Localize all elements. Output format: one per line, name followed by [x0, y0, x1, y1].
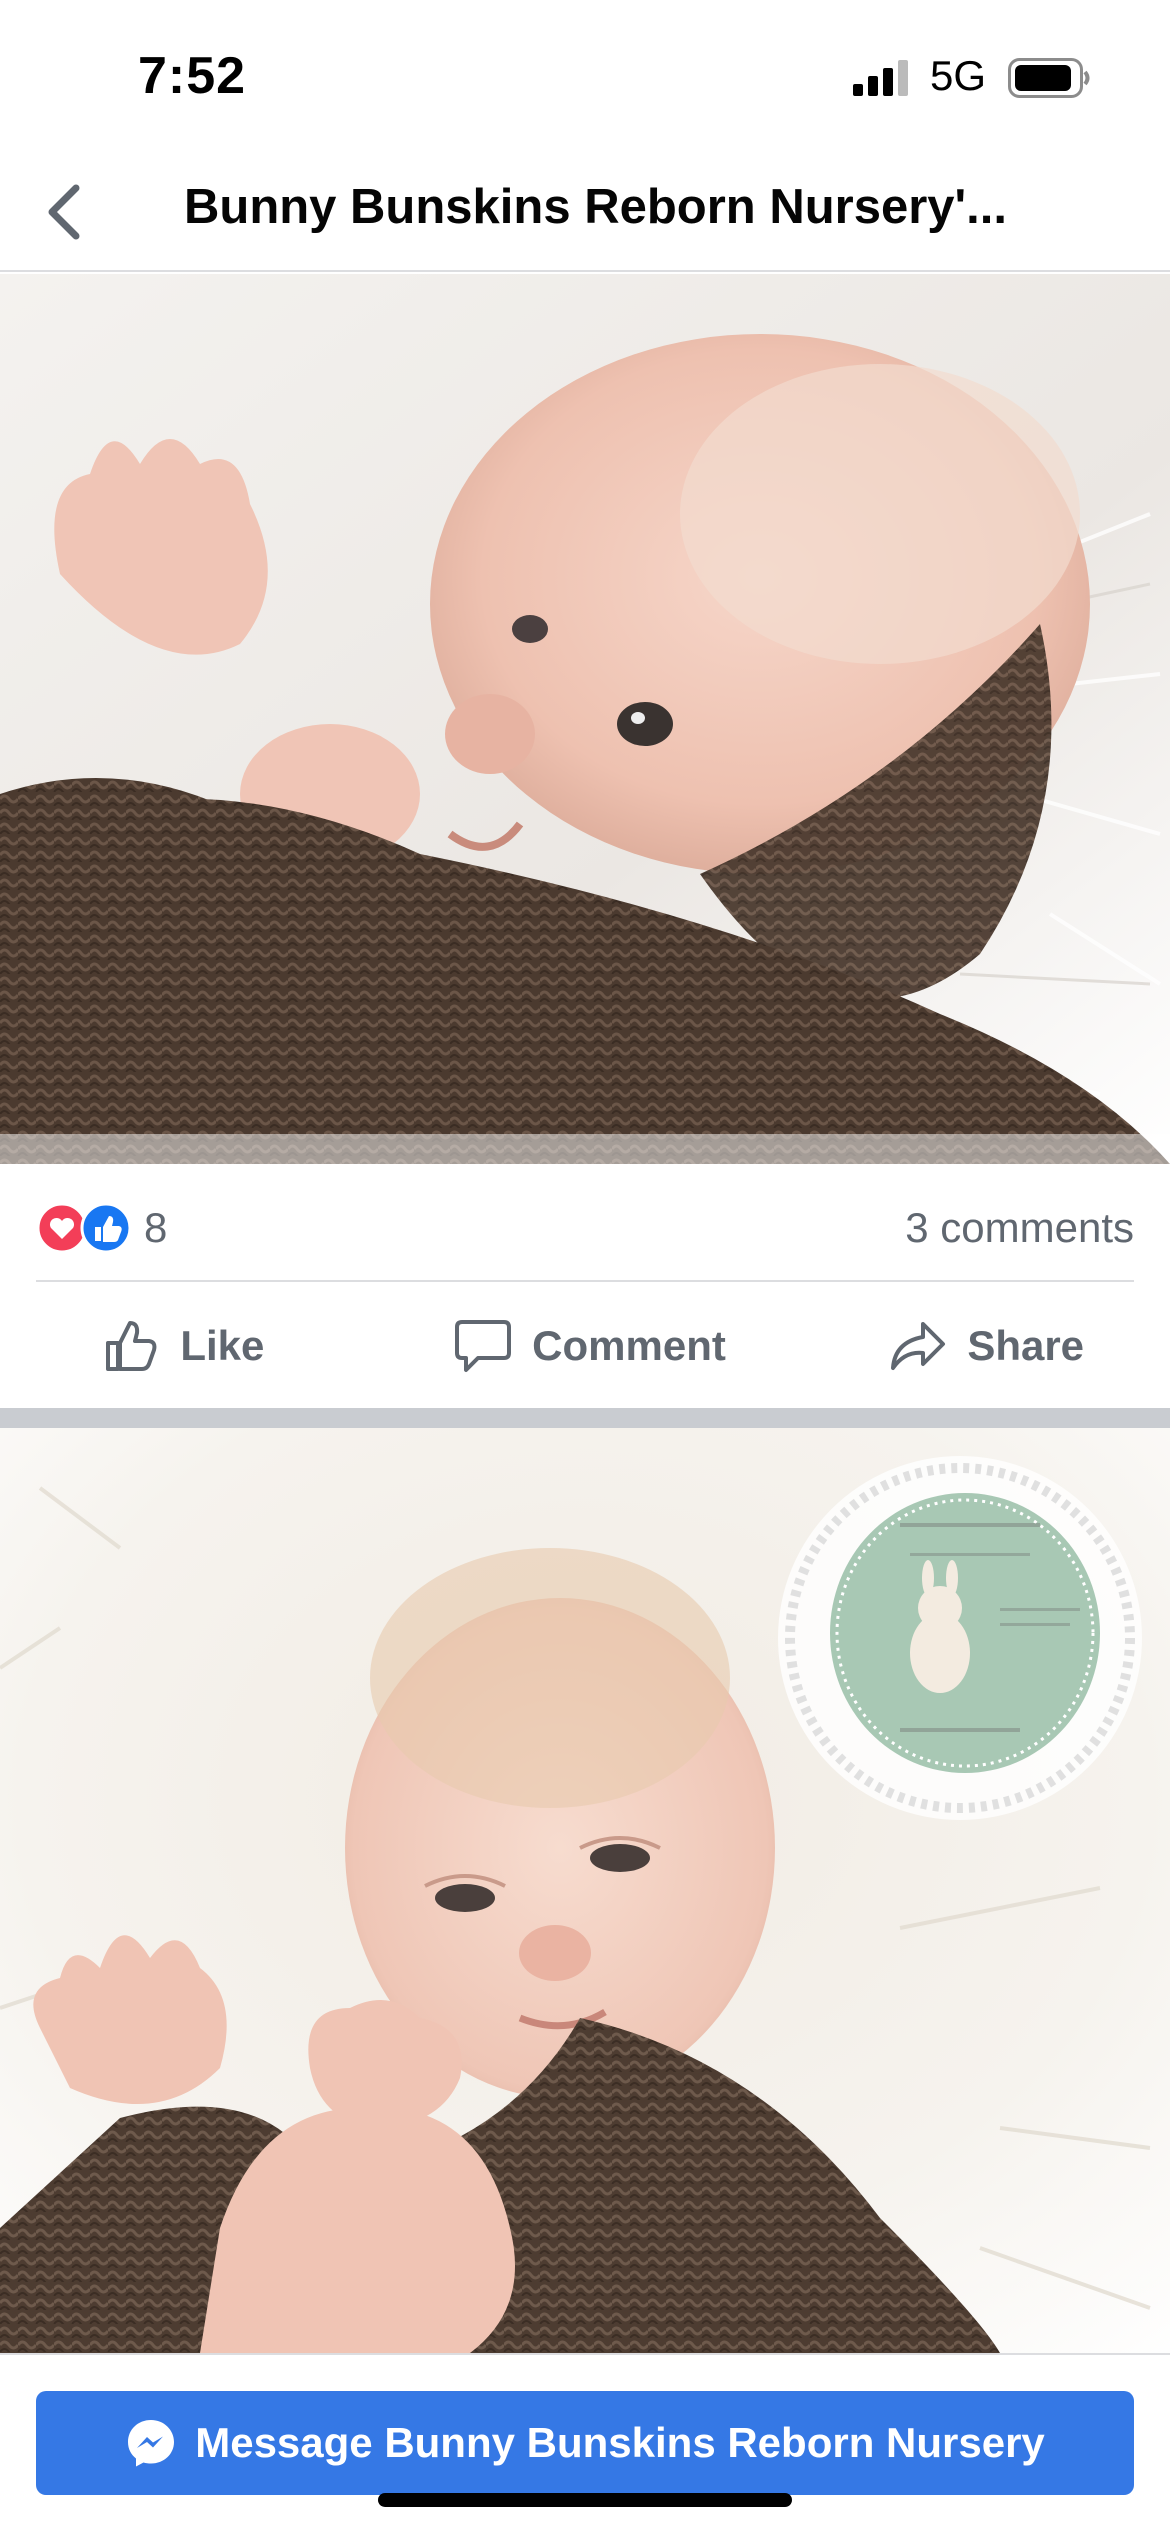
- cellular-signal-icon: [853, 60, 908, 96]
- comment-icon: [455, 1320, 512, 1372]
- post-header: Bunny Bunskins Reborn Nursery'...: [0, 150, 1170, 272]
- network-type: 5G: [930, 52, 987, 99]
- like-label: Like: [180, 1322, 265, 1369]
- love-reaction-icon: [36, 1202, 88, 1254]
- comments-count[interactable]: 3 comments: [905, 1204, 1134, 1252]
- share-label: Share: [967, 1322, 1085, 1369]
- home-indicator[interactable]: [378, 2493, 792, 2507]
- page-title: Bunny Bunskins Reborn Nursery'...: [184, 180, 1008, 234]
- share-icon: [891, 1322, 946, 1370]
- status-time: 7:52: [138, 47, 247, 105]
- share-button[interactable]: Share: [773, 1284, 1170, 1408]
- reaction-icons: [36, 1202, 132, 1254]
- messenger-icon: [128, 2420, 175, 2467]
- watermark-seal: [778, 1456, 1142, 1820]
- status-bar: 7:52 5G: [0, 0, 1170, 150]
- comment-button[interactable]: Comment: [407, 1284, 774, 1408]
- thumbs-up-icon: [106, 1321, 157, 1371]
- like-reaction-icon: [80, 1202, 132, 1254]
- post-actions: Like Comment Share: [0, 1284, 1170, 1408]
- chevron-left-icon: [48, 184, 80, 240]
- reaction-count: 8: [144, 1204, 168, 1251]
- post-photo-2[interactable]: [0, 1428, 1170, 2353]
- back-button[interactable]: [24, 172, 104, 252]
- like-button[interactable]: Like: [0, 1284, 407, 1408]
- post-divider: [0, 1408, 1170, 1428]
- comment-label: Comment: [532, 1322, 726, 1369]
- battery-icon: [1008, 58, 1090, 98]
- post-photo-1[interactable]: [0, 274, 1170, 1164]
- message-page-button[interactable]: Message Bunny Bunskins Reborn Nursery: [36, 2391, 1134, 2495]
- message-button-label: Message Bunny Bunskins Reborn Nursery: [195, 2419, 1045, 2466]
- reactions-summary[interactable]: 8 3 comments: [36, 1190, 1134, 1282]
